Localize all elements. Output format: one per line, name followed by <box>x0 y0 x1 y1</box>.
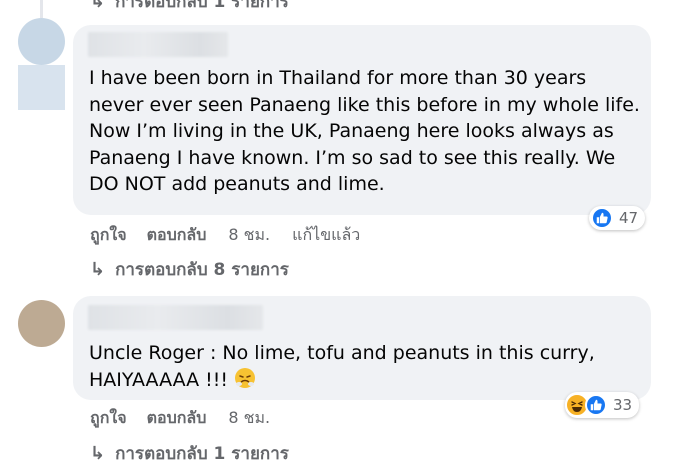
reply-arrow-icon: ↳ <box>90 259 106 280</box>
comment-text-line: Uncle Roger : No lime, tofu and peanuts … <box>89 342 595 364</box>
comment-text-line: Now I’m living in the UK, Panaeng here l… <box>89 120 614 143</box>
edited-label[interactable]: แก้ไขแล้ว <box>292 223 360 248</box>
reply-button[interactable]: ตอบกลับ <box>147 223 207 248</box>
view-replies-label: การตอบกลับ 1 รายการ <box>115 0 289 12</box>
comment-text-line: DO NOT add peanuts and lime. <box>89 173 385 196</box>
view-replies-link-previous[interactable]: ↳ การตอบกลับ 1 รายการ <box>90 0 289 15</box>
comment-text: I have been born in Thailand for more th… <box>89 65 645 198</box>
steam-from-nose-emoji-icon <box>234 367 256 397</box>
author-name-redacted[interactable] <box>88 305 263 330</box>
comment-text-line: Panaeng I have known. I’m so sad to see … <box>89 146 616 169</box>
thread-line <box>40 0 43 18</box>
comment-bubble: I have been born in Thailand for more th… <box>73 25 651 215</box>
comment-text-line: I have been born in Thailand for more th… <box>89 67 587 89</box>
comment-text-line-2: HAIYAAAAA !!! <box>89 367 645 397</box>
avatar-shadow <box>18 65 65 110</box>
reaction-count: 33 <box>613 396 633 414</box>
timestamp[interactable]: 8 ชม. <box>228 223 270 248</box>
comment-actions: ถูกใจ ตอบกลับ 8 ชม. แก้ไขแล้ว <box>90 223 360 248</box>
reply-arrow-icon: ↳ <box>90 0 106 12</box>
timestamp[interactable]: 8 ชม. <box>228 406 270 431</box>
reaction-summary[interactable]: 47 <box>589 206 646 230</box>
comment-text: Uncle Roger : No lime, tofu and peanuts … <box>89 340 645 396</box>
like-button[interactable]: ถูกใจ <box>90 406 127 431</box>
avatar[interactable] <box>18 18 65 65</box>
reply-arrow-icon: ↳ <box>90 443 106 464</box>
like-icon <box>585 394 607 416</box>
view-replies-link[interactable]: ↳ การตอบกลับ 8 รายการ <box>90 256 289 283</box>
like-icon <box>591 207 613 229</box>
author-name-redacted[interactable] <box>88 32 228 57</box>
view-replies-label: การตอบกลับ 8 รายการ <box>115 260 289 280</box>
reaction-summary[interactable]: 33 <box>565 392 640 418</box>
reply-button[interactable]: ตอบกลับ <box>147 406 207 431</box>
comment-text-line: HAIYAAAAA !!! <box>89 368 229 391</box>
view-replies-label: การตอบกลับ 1 รายการ <box>115 444 289 464</box>
comment-bubble: Uncle Roger : No lime, tofu and peanuts … <box>73 296 651 400</box>
view-replies-link[interactable]: ↳ การตอบกลับ 1 รายการ <box>90 440 289 467</box>
comment-actions: ถูกใจ ตอบกลับ 8 ชม. <box>90 406 270 431</box>
reaction-count: 47 <box>619 209 639 227</box>
avatar[interactable] <box>18 300 65 347</box>
like-button[interactable]: ถูกใจ <box>90 223 127 248</box>
comment-text-line: never ever seen Panaeng like this before… <box>89 93 640 116</box>
